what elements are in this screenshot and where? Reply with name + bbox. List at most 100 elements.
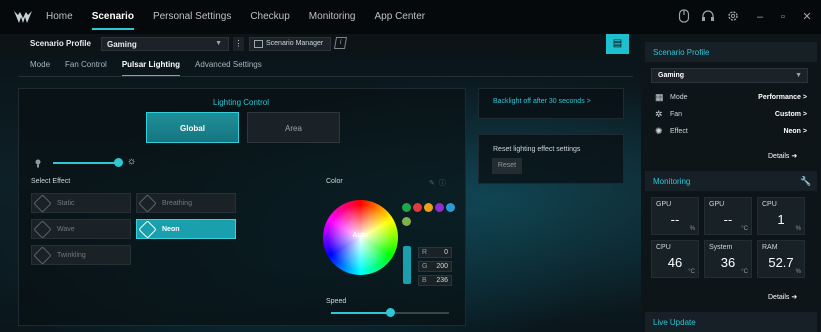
effect-label: Breathing: [162, 200, 192, 207]
nav-scenario[interactable]: Scenario: [91, 0, 135, 34]
color-info-icon[interactable]: ⓘ: [439, 180, 446, 187]
color-swatch[interactable]: [446, 203, 455, 212]
mode-grid-icon: ▦: [655, 92, 664, 102]
color-swatch[interactable]: [424, 203, 433, 212]
brightness-high-icon: ☼: [127, 156, 137, 167]
global-button[interactable]: Global: [146, 112, 239, 143]
scenario-profile-title: Scenario Profile: [653, 48, 710, 57]
tab-advanced-settings[interactable]: Advanced Settings: [195, 58, 262, 74]
effect-label: Wave: [57, 226, 75, 233]
restore-icon[interactable]: ▫: [775, 9, 791, 25]
tab-fan-control[interactable]: Fan Control: [65, 58, 107, 74]
red-field[interactable]: R 0: [418, 247, 452, 258]
live-update-title: Live Update: [653, 318, 696, 327]
details-label: Details: [768, 153, 790, 160]
wrench-icon[interactable]: 🔧: [800, 176, 811, 187]
tab-divider: [18, 76, 633, 77]
blue-field[interactable]: B 236: [418, 275, 452, 286]
color-value-slider[interactable]: [403, 246, 411, 284]
tile-unit: °C: [688, 269, 695, 275]
green-field[interactable]: G 200: [418, 261, 452, 272]
reset-button[interactable]: Reset: [492, 158, 522, 174]
predator-logo: [14, 11, 32, 23]
eyedropper-icon[interactable]: ✎: [429, 180, 435, 187]
effect-breathing[interactable]: Breathing: [136, 193, 236, 213]
nav-app-center[interactable]: App Center: [375, 0, 426, 34]
close-icon[interactable]: ✕: [799, 9, 815, 25]
red-key: R: [422, 249, 428, 256]
tile-unit: %: [795, 269, 801, 275]
details-label: Details: [768, 294, 790, 301]
speed-slider-track[interactable]: [331, 312, 391, 314]
brightness-low-icon: [35, 159, 41, 168]
brightness-slider-handle[interactable]: [114, 158, 123, 167]
speed-slider-handle[interactable]: [386, 308, 395, 317]
tab-mode[interactable]: Mode: [30, 58, 50, 74]
mode-row[interactable]: ▦ Mode Performance >: [655, 92, 807, 104]
right-profile-dropdown[interactable]: Gaming ▼: [651, 68, 808, 83]
green-value: 200: [436, 263, 448, 270]
profile-dropdown-value: Gaming: [107, 40, 137, 49]
monitor-tile: CPU 1%: [757, 197, 805, 235]
tab-pulsar-lighting[interactable]: Pulsar Lighting: [121, 58, 181, 77]
neon-icon: [138, 220, 157, 239]
blue-value: 236: [436, 277, 448, 284]
monitor-tile: CPU 46 °C: [651, 240, 699, 278]
arrow-right-icon: ➜: [791, 153, 798, 160]
effect-twinkling[interactable]: Twinkling: [31, 245, 131, 265]
select-effect-label: Select Effect: [31, 178, 71, 185]
color-wheel[interactable]: Auto: [323, 200, 398, 275]
info-icon[interactable]: i: [333, 37, 348, 49]
effect-value: Neon >: [783, 128, 807, 135]
tile-unit: %: [795, 226, 801, 232]
monitoring-details-link[interactable]: Details ➜: [768, 293, 797, 301]
red-value: 0: [444, 249, 448, 256]
scenario-manager-button[interactable]: Scenario Manager: [249, 37, 331, 51]
tile-value: --: [723, 212, 733, 227]
nav-personal-settings[interactable]: Personal Settings: [153, 0, 231, 34]
breathing-icon: [138, 194, 157, 213]
headset-icon[interactable]: [700, 9, 716, 25]
tile-unit: °C: [741, 226, 748, 232]
monitor-tile: GPU -- °C: [704, 197, 752, 235]
nav-home[interactable]: Home: [46, 0, 73, 34]
blue-key: B: [422, 277, 427, 284]
fan-icon: ✲: [655, 109, 663, 119]
brightness-slider-track[interactable]: [53, 162, 119, 164]
color-swatch[interactable]: [435, 203, 444, 212]
tile-label: GPU: [656, 201, 672, 208]
mouse-icon[interactable]: [676, 9, 692, 25]
color-wheel-label: Auto: [352, 232, 369, 239]
effect-static[interactable]: Static: [31, 193, 131, 213]
minimize-icon[interactable]: –: [752, 9, 768, 25]
profile-dropdown[interactable]: Gaming ▼: [101, 37, 229, 51]
color-label: Color: [326, 178, 343, 185]
effect-neon[interactable]: Neon: [136, 219, 236, 239]
scenario-manager-label: Scenario Manager: [266, 40, 324, 47]
color-tools: ✎ ⓘ: [429, 178, 446, 188]
effect-row[interactable]: ✺ Effect Neon >: [655, 126, 807, 138]
color-swatch[interactable]: [402, 203, 411, 212]
mode-value: Performance >: [758, 94, 807, 101]
nav-checkup[interactable]: Checkup: [250, 0, 289, 34]
area-button[interactable]: Area: [247, 112, 340, 143]
effect-wave[interactable]: Wave: [31, 219, 131, 239]
chevron-down-icon: ▼: [795, 72, 802, 79]
color-swatch[interactable]: [413, 203, 422, 212]
settings-gear-icon[interactable]: [725, 9, 741, 25]
fan-row[interactable]: ✲ Fan Custom >: [655, 109, 807, 121]
static-icon: [33, 194, 52, 213]
main-nav: Home Scenario Personal Settings Checkup …: [46, 0, 444, 34]
collapse-panel-icon[interactable]: ▤: [606, 34, 629, 54]
tile-unit: °C: [741, 269, 748, 275]
nav-monitoring[interactable]: Monitoring: [309, 0, 356, 34]
more-options-icon[interactable]: ⋮: [233, 37, 244, 51]
twinkling-icon: [33, 246, 52, 265]
tile-unit: %: [689, 226, 695, 232]
color-swatch[interactable]: [402, 217, 411, 226]
profile-details-link[interactable]: Details ➜: [768, 152, 797, 160]
sub-tabs: Mode Fan Control Pulsar Lighting Advance…: [30, 58, 277, 77]
speed-slider-rest[interactable]: [391, 312, 449, 314]
backlight-link[interactable]: Backlight off after 30 seconds >: [493, 98, 591, 105]
right-profile-value: Gaming: [658, 72, 685, 79]
